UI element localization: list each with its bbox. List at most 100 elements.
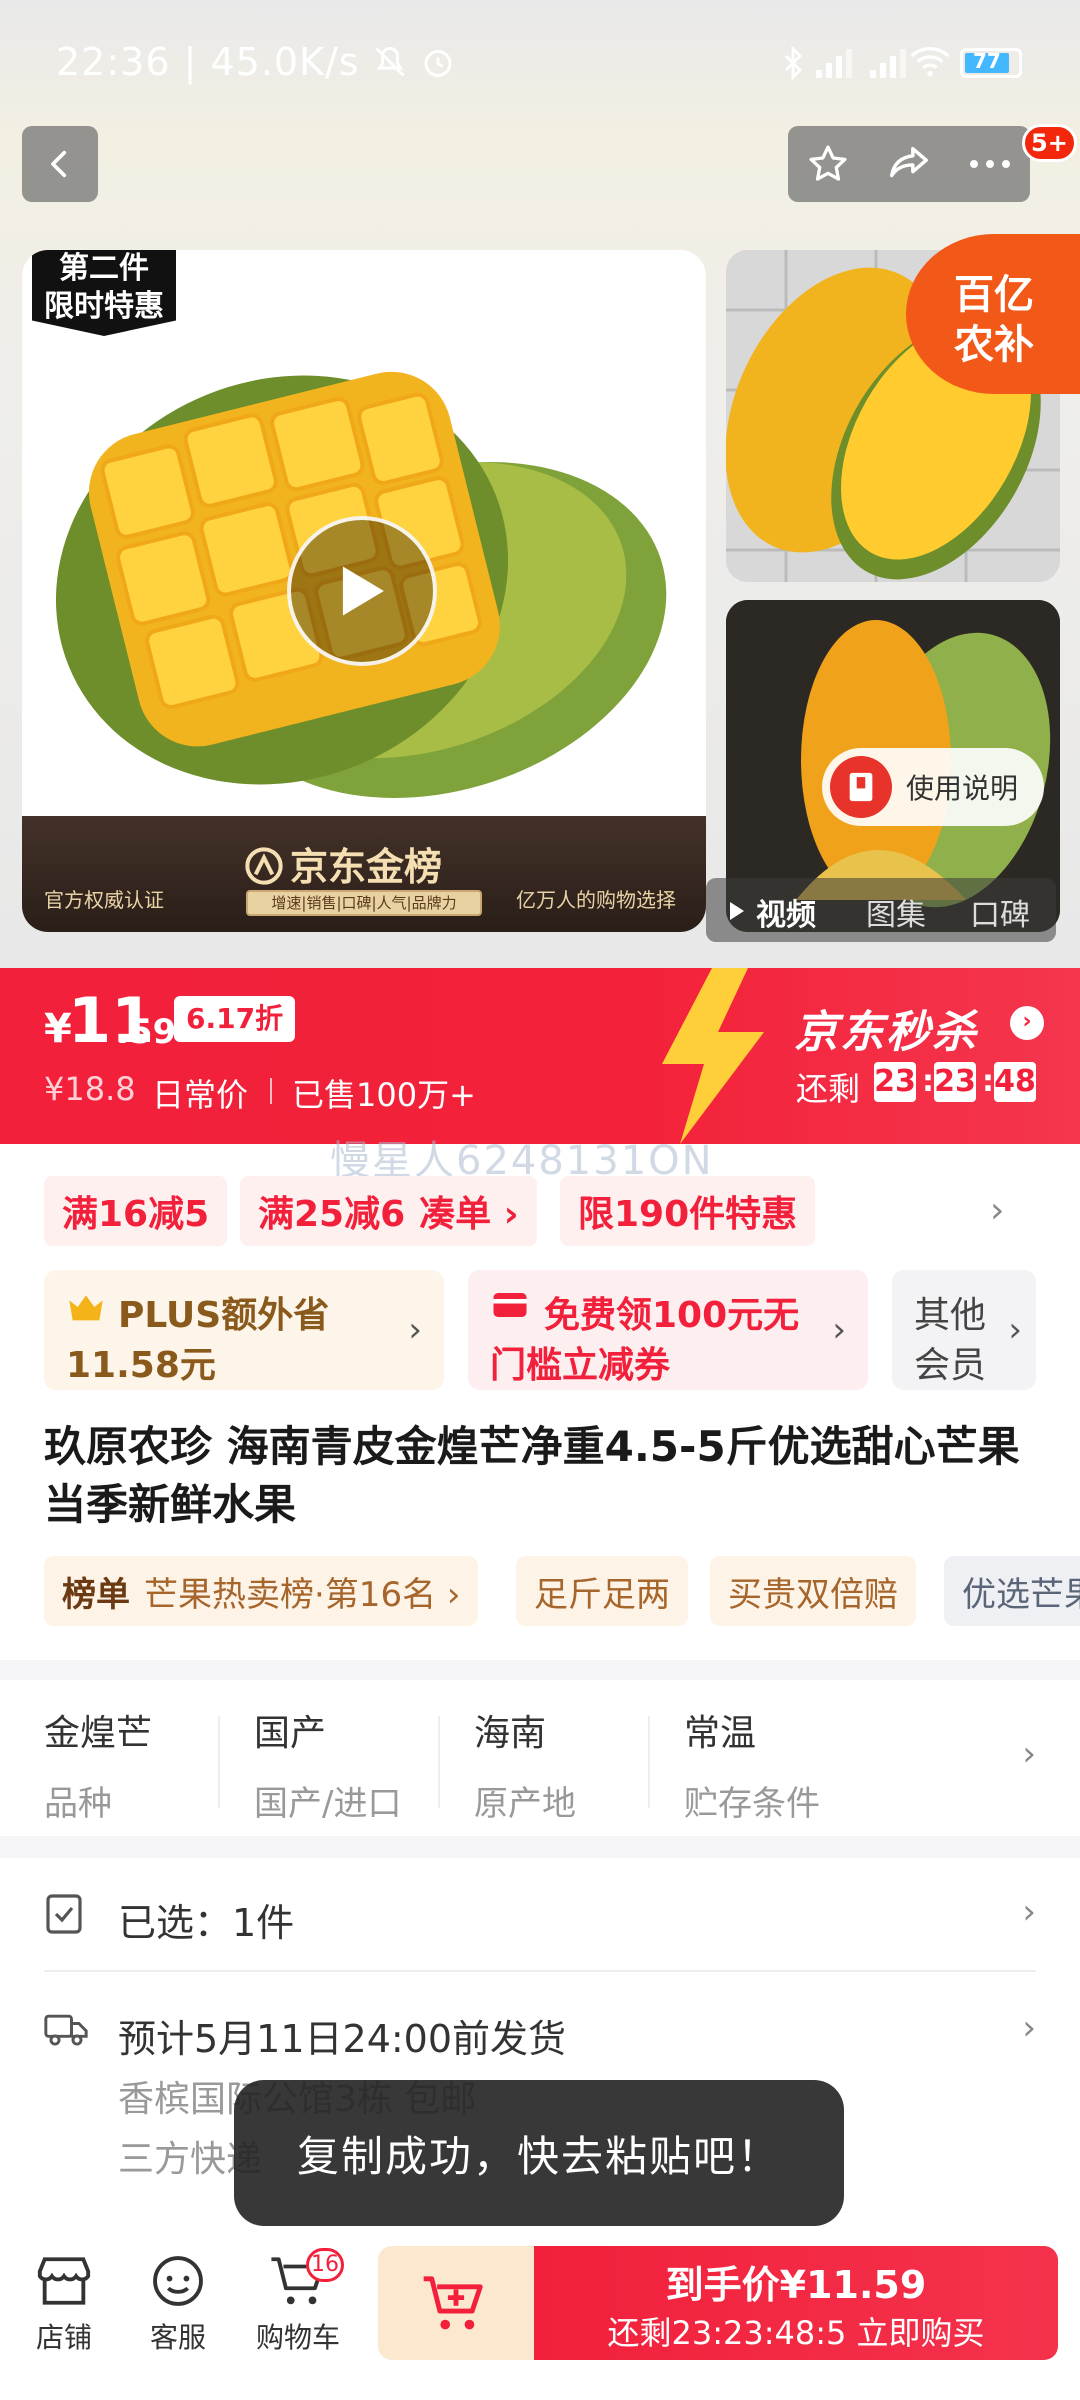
- nav-store[interactable]: 店铺: [14, 2254, 114, 2356]
- battery-icon: 77: [960, 48, 1022, 78]
- nav-store-label: 店铺: [35, 2321, 92, 2354]
- other-members-card[interactable]: 其他 会员 ›: [892, 1270, 1036, 1390]
- countdown-seconds: 48: [994, 1062, 1036, 1102]
- member-line2: 会员: [914, 1345, 987, 1386]
- buy-countdown-label: 还剩23:23:48:5 立即购买: [607, 2314, 985, 2352]
- play-small-icon: [728, 900, 746, 922]
- play-video-button[interactable]: [287, 516, 437, 666]
- nav-service[interactable]: 客服: [128, 2254, 228, 2356]
- spec-label: 国产/进口: [254, 1784, 402, 1824]
- header-actions: [788, 126, 1030, 202]
- divider: [218, 1716, 220, 1808]
- bottom-action-bar: 店铺 客服 购物车 16 到手价¥11.59 还剩23:23:48:5 立即购买: [0, 2228, 1080, 2400]
- tab-video[interactable]: 视频: [756, 890, 816, 934]
- free-voucher-card[interactable]: 免费领100元无 门槛立减券 ›: [468, 1270, 868, 1390]
- banner-tags: 增速|销售|口碑|人气|品牌力: [246, 890, 482, 916]
- chevron-right-icon: ›: [1022, 1892, 1036, 1932]
- countdown-label: 还剩: [796, 1070, 861, 1108]
- chevron-right-icon[interactable]: ›: [1022, 1734, 1036, 1774]
- coupon-25-6-label: 满25减6: [258, 1194, 406, 1235]
- countdown-minutes: 23: [934, 1062, 976, 1102]
- jd-ranking-banner: 官方权威认证 京东金榜 增速|销售|口碑|人气|品牌力 亿万人的购物选择: [22, 816, 706, 932]
- spec-value: 金煌芒: [44, 1713, 153, 1754]
- main-product-image[interactable]: 第二件 限时特惠 官方权威认证 京东金榜 增速|销售|口碑|人气|品牌力 亿万人…: [22, 250, 706, 932]
- chevron-left-icon: [51, 150, 67, 178]
- countdown-separator: :: [922, 1064, 934, 1099]
- tag-selected-mango[interactable]: 优选芒果: [944, 1556, 1080, 1626]
- usage-label: 使用说明: [906, 772, 1019, 805]
- limited-offer-coupon[interactable]: 限190件特惠: [560, 1176, 816, 1246]
- favorite-button[interactable]: [793, 129, 863, 199]
- chevron-right-icon: ›: [408, 1310, 422, 1350]
- promo-line2: 农补: [954, 322, 1034, 368]
- rank-value: 芒果热卖榜·第16名 ›: [144, 1574, 461, 1615]
- selected-quantity: 已选：1件: [118, 1901, 295, 1945]
- seckill-price-bar: ¥ 11 .59 6.17折 ¥18.8 日常价 已售100万+ 京东秒杀 › …: [0, 968, 1080, 1144]
- play-icon: [342, 566, 384, 616]
- customer-service-icon: [153, 2256, 203, 2306]
- divider: [438, 1716, 440, 1808]
- rank-label: 榜单: [62, 1574, 130, 1615]
- promo-sticker: 第二件 限时特惠: [32, 250, 176, 336]
- price-decimal: .59: [116, 1012, 177, 1052]
- chevron-right-icon: ›: [832, 1310, 846, 1350]
- chevron-right-icon[interactable]: ›: [990, 1190, 1004, 1231]
- message-badge[interactable]: 5+: [1022, 124, 1077, 162]
- spec-label: 品种: [44, 1784, 112, 1824]
- add-to-cart-button[interactable]: [378, 2246, 534, 2360]
- usage-instructions-chip[interactable]: 使用说明: [822, 748, 1044, 826]
- tag-full-weight[interactable]: 足斤足两: [516, 1556, 688, 1626]
- back-button[interactable]: [22, 126, 98, 202]
- sold-count: 已售100万+: [292, 1076, 476, 1114]
- coupon-25-6[interactable]: 满25减6 凑单 ›: [240, 1176, 537, 1246]
- countdown-separator: :: [982, 1064, 994, 1099]
- share-icon: [890, 146, 928, 178]
- spec-variety: 金煌芒 品种: [44, 1704, 152, 1825]
- section-divider: [0, 1836, 1080, 1858]
- member-line1: 其他: [914, 1295, 987, 1336]
- promo-badge[interactable]: 百亿 农补: [906, 234, 1080, 394]
- divider: [648, 1716, 650, 1808]
- truck-icon: [44, 2010, 88, 2048]
- spec-value: 海南: [474, 1713, 547, 1754]
- book-icon: [830, 756, 892, 818]
- more-button[interactable]: [955, 129, 1025, 199]
- spec-row[interactable]: 金煌芒 品种 国产 国产/进口 海南 原产地 常温 贮存条件 ›: [0, 1680, 1080, 1836]
- alarm-icon: [420, 44, 456, 80]
- countdown-hours: 23: [874, 1062, 916, 1102]
- buy-price-label: 到手价¥11.59: [665, 2263, 927, 2307]
- lightning-icon: [662, 968, 764, 1144]
- chevron-right-icon[interactable]: ›: [1010, 1006, 1044, 1040]
- coupon-16-5[interactable]: 满16减5: [44, 1176, 228, 1246]
- toast-message: 复制成功，快去粘贴吧！: [234, 2080, 844, 2226]
- shipping-eta: 预计5月11日24:00前发货: [118, 2017, 567, 2061]
- discount-badge: 6.17折: [174, 996, 296, 1042]
- tag-double-refund[interactable]: 买贵双倍赔: [710, 1556, 916, 1626]
- seckill-title[interactable]: 京东秒杀: [794, 996, 978, 1060]
- media-tabs: 视频 图集 口碑: [706, 878, 1056, 942]
- add-on-link[interactable]: 凑单 ›: [419, 1185, 518, 1237]
- spec-value: 常温: [684, 1713, 757, 1754]
- chevron-right-icon: ›: [1008, 1310, 1022, 1350]
- plus-savings-card[interactable]: PLUS额外省 11.58元 ›: [44, 1270, 444, 1390]
- tab-reviews[interactable]: 口碑: [970, 890, 1030, 934]
- buy-now-button[interactable]: 到手价¥11.59 还剩23:23:48:5 立即购买: [534, 2246, 1058, 2360]
- star-icon: [809, 145, 847, 181]
- product-title: 玖原农珍 海南青皮金煌芒净重4.5-5斤优选甜心芒果 当季新鲜水果: [44, 1422, 1020, 1529]
- original-price-label: 日常价: [152, 1076, 249, 1114]
- share-button[interactable]: [874, 129, 944, 199]
- voucher-line1: 免费领100元无: [544, 1295, 800, 1336]
- tab-gallery[interactable]: 图集: [866, 890, 926, 934]
- plus-label: PLUS额外省: [118, 1295, 330, 1336]
- selected-row[interactable]: 已选：1件 ›: [0, 1858, 1080, 1970]
- wifi-icon: [910, 44, 950, 78]
- checklist-icon: [44, 1892, 84, 1936]
- divider: [270, 1078, 272, 1104]
- spec-origin-type: 国产 国产/进口: [254, 1704, 401, 1825]
- cart-count-badge: 16: [306, 2248, 344, 2282]
- status-time-speed: 22:36 | 45.0K/s: [56, 40, 360, 84]
- status-bar: 22:36 | 45.0K/s 77: [0, 0, 1080, 120]
- banner-left-text: 官方权威认证: [44, 888, 164, 912]
- banner-title: 京东金榜: [290, 845, 443, 889]
- ranking-tag[interactable]: 榜单 芒果热卖榜·第16名 ›: [44, 1556, 479, 1626]
